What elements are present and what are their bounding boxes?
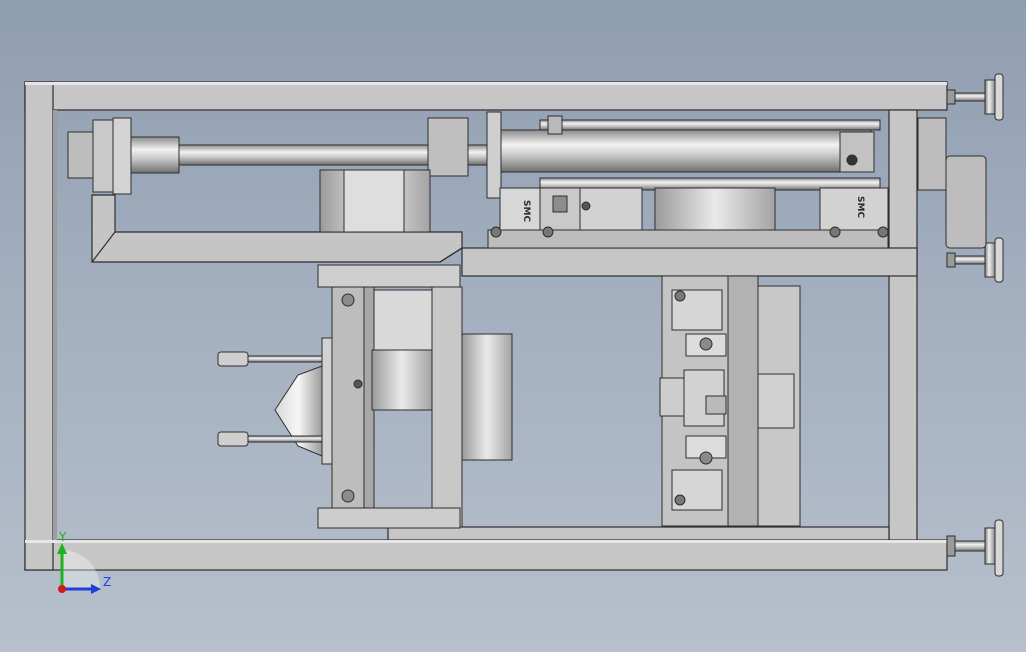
cylinder-brand-mark-right: SMC [855, 196, 865, 218]
frame-bottom-beam [24, 539, 948, 571]
frame-lower-rail [387, 526, 890, 541]
triad-z-label: Z [103, 575, 111, 589]
leveling-foot-top [946, 73, 1004, 121]
cad-viewport[interactable]: SMC SMC Y Z [0, 0, 1026, 652]
gripper-assembly [217, 337, 333, 465]
right-clamp-assembly [659, 275, 801, 527]
triad-x-axis [58, 585, 66, 593]
frame-left-post [24, 81, 54, 571]
servo-motor-top [319, 169, 431, 233]
frame-right-post [888, 109, 918, 541]
triad-y-label: Y [58, 530, 67, 544]
leveling-feet [946, 73, 1004, 577]
left-carriage [317, 264, 513, 529]
leveling-foot-bottom [946, 519, 1004, 577]
frame-top-beam [24, 81, 948, 111]
cad-model-drawing[interactable]: SMC SMC Y Z [0, 0, 1026, 652]
cylinder-brand-mark-left: SMC [521, 200, 531, 222]
frame-middle-beam [461, 247, 918, 277]
